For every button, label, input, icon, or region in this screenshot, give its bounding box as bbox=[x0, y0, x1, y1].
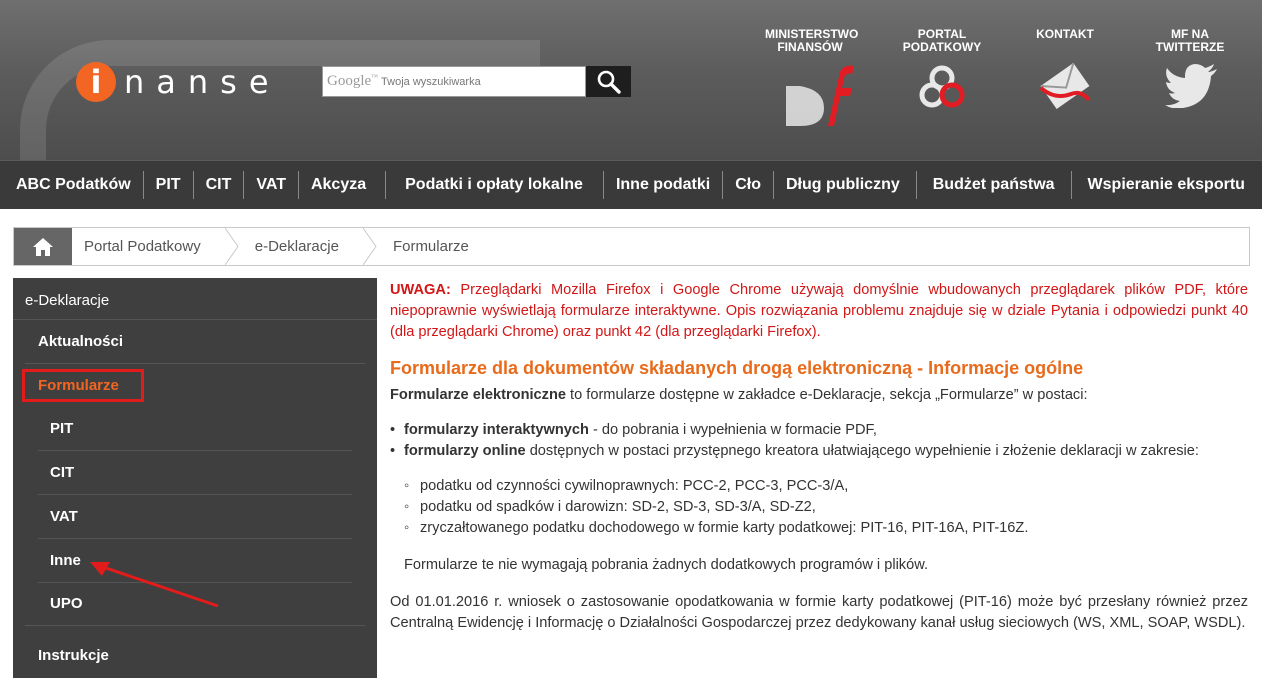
header-link-label: MF NA TWITTERZE bbox=[1155, 27, 1225, 54]
list-item: zryczałtowanego podatku dochodowego w fo… bbox=[404, 518, 1248, 539]
header-link-label: MINISTERSTWO FINANSÓW bbox=[765, 27, 859, 54]
breadcrumb-formularze: Formularze bbox=[392, 238, 469, 255]
page-heading: Formularze dla dokumentów składanych dro… bbox=[390, 358, 1084, 378]
sidebar-item-cit[interactable]: CIT bbox=[50, 464, 74, 481]
sidebar-divider bbox=[13, 319, 377, 320]
nav-akcyza[interactable]: Akcyza bbox=[299, 171, 387, 199]
main-content: UWAGA: Przeglądarki Mozilla Firefox i Go… bbox=[390, 280, 1248, 634]
main-navigation: ABC Podatków PIT CIT VAT Akcyza Podatki … bbox=[0, 160, 1262, 209]
highlight-box bbox=[22, 369, 144, 402]
nav-clo[interactable]: Cło bbox=[723, 171, 774, 199]
sidebar-title[interactable]: e-Deklaracje bbox=[25, 292, 109, 309]
header-link-label: PORTAL PODATKOWY bbox=[902, 27, 982, 54]
forms-list: formularzy interaktywnych - do pobrania … bbox=[390, 420, 1248, 462]
nav-podatki-lokalne[interactable]: Podatki i opłaty lokalne bbox=[386, 171, 604, 199]
mf-icon bbox=[786, 65, 854, 126]
sidebar-item-instrukcje[interactable]: Instrukcje bbox=[38, 647, 109, 664]
list-item: formularzy online dostępnych w postaci p… bbox=[390, 441, 1248, 462]
warning-notice: UWAGA: Przeglądarki Mozilla Firefox i Go… bbox=[390, 280, 1248, 343]
ceidg-paragraph: Od 01.01.2016 r. wniosek o zastosowanie … bbox=[390, 594, 1248, 631]
logo-i-circle: i bbox=[76, 62, 116, 102]
nav-inne-podatki[interactable]: Inne podatki bbox=[604, 171, 724, 199]
site-header: i nanse Google™ Twoja wyszukiwarka MINIS… bbox=[0, 0, 1262, 160]
sidebar-item-inne[interactable]: Inne bbox=[50, 552, 81, 569]
home-icon bbox=[33, 237, 53, 256]
breadcrumb-separator bbox=[362, 228, 377, 265]
breadcrumb-separator bbox=[224, 228, 239, 265]
logo-text: nanse bbox=[124, 63, 281, 101]
nav-abc-podatkow[interactable]: ABC Podatków bbox=[0, 171, 144, 199]
list-item: podatku od spadków i darowizn: SD-2, SD-… bbox=[404, 497, 1248, 518]
nav-vat[interactable]: VAT bbox=[244, 171, 299, 199]
header-link-label: KONTAKT bbox=[1036, 27, 1094, 41]
portal-icon bbox=[919, 65, 965, 108]
search-placeholder: Twoja wyszukiwarka bbox=[381, 75, 481, 88]
sidebar-divider bbox=[38, 538, 352, 539]
google-label: Google™ bbox=[327, 73, 379, 89]
breadcrumb-portal-podatkowy[interactable]: Portal Podatkowy bbox=[72, 228, 225, 265]
intro-paragraph: Formularze elektroniczne to formularze d… bbox=[390, 387, 1088, 403]
nav-budzet-panstwa[interactable]: Budżet państwa bbox=[917, 171, 1072, 199]
sidebar-divider bbox=[38, 494, 352, 495]
no-download-note: Formularze te nie wymagają pobrania żadn… bbox=[404, 557, 929, 573]
envelope-icon bbox=[1039, 62, 1091, 109]
search-icon bbox=[597, 70, 621, 94]
breadcrumb-e-deklaracje[interactable]: e-Deklaracje bbox=[239, 228, 363, 265]
warning-label: UWAGA: bbox=[390, 282, 451, 298]
sidebar-item-upo[interactable]: UPO bbox=[50, 595, 83, 612]
list-item: formularzy interaktywnych - do pobrania … bbox=[390, 420, 1248, 441]
header-link-portal[interactable]: PORTAL PODATKOWY bbox=[882, 28, 1002, 54]
red-arrow-annotation bbox=[90, 562, 219, 608]
sidebar-divider bbox=[38, 450, 352, 451]
sidebar-divider bbox=[25, 363, 365, 364]
breadcrumb-home[interactable] bbox=[14, 228, 72, 265]
header-link-twitter[interactable]: MF NA TWITTERZE bbox=[1130, 28, 1250, 54]
finanse-logo[interactable]: i nanse bbox=[76, 58, 281, 106]
online-forms-sublist: podatku od czynności cywilnoprawnych: PC… bbox=[404, 476, 1248, 539]
search-input[interactable]: Google™ Twoja wyszukiwarka bbox=[322, 66, 586, 97]
list-item: podatku od czynności cywilnoprawnych: PC… bbox=[404, 476, 1248, 497]
sidebar-item-vat[interactable]: VAT bbox=[50, 508, 78, 525]
nav-wspieranie-eksportu[interactable]: Wspieranie eksportu bbox=[1072, 171, 1257, 199]
nav-cit[interactable]: CIT bbox=[194, 171, 245, 199]
nav-dlug-publiczny[interactable]: Dług publiczny bbox=[774, 171, 917, 199]
sidebar-divider bbox=[25, 625, 365, 626]
twitter-icon bbox=[1165, 64, 1217, 108]
sidebar-item-pit[interactable]: PIT bbox=[50, 420, 73, 437]
header-link-ministerstwo[interactable]: MINISTERSTWO FINANSÓW bbox=[750, 28, 870, 54]
header-link-kontakt[interactable]: KONTAKT bbox=[1005, 28, 1125, 41]
warning-text: Przeglądarki Mozilla Firefox i Google Ch… bbox=[390, 282, 1248, 340]
nav-pit[interactable]: PIT bbox=[144, 171, 194, 199]
breadcrumb: Portal Podatkowy e-Deklaracje Formularze bbox=[13, 227, 1250, 266]
sidebar-item-aktualnosci[interactable]: Aktualności bbox=[38, 333, 123, 350]
search-button[interactable] bbox=[586, 66, 631, 97]
sidebar: e-Deklaracje Aktualności Formularze PIT … bbox=[13, 278, 377, 678]
